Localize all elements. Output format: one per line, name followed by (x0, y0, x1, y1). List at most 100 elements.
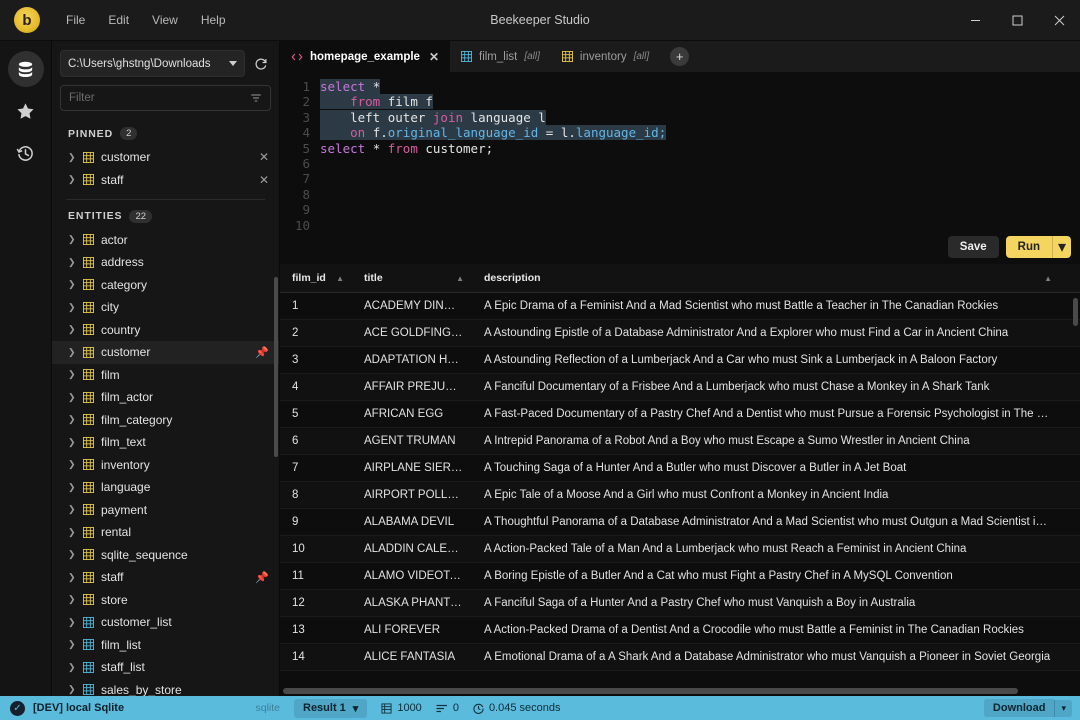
cell-title[interactable]: ALASKA PHANTOM (352, 590, 472, 617)
table-row[interactable]: 9ALABAMA DEVILA Thoughtful Panorama of a… (280, 509, 1080, 536)
menu-item-file[interactable]: File (56, 9, 95, 31)
chevron-right-icon[interactable]: ❯ (68, 460, 76, 469)
cell-title[interactable]: AFFAIR PREJUDICE (352, 374, 472, 401)
maximize-button[interactable] (996, 0, 1038, 40)
cell-description[interactable]: A Intrepid Panorama of a Robot And a Boy… (472, 428, 1060, 455)
sidebar-item-film[interactable]: ❯film (52, 364, 279, 387)
chevron-right-icon[interactable]: ❯ (68, 438, 76, 447)
chevron-right-icon[interactable]: ❯ (68, 153, 76, 162)
sidebar-item-film_actor[interactable]: ❯film_actor (52, 386, 279, 409)
sidebar-item-language[interactable]: ❯language (52, 476, 279, 499)
table-row[interactable]: 10ALADDIN CALENDARA Action-Packed Tale o… (280, 536, 1080, 563)
sidebar-item-rental[interactable]: ❯rental (52, 521, 279, 544)
cell-film_id[interactable]: 9 (280, 509, 352, 536)
chevron-right-icon[interactable]: ❯ (68, 325, 76, 334)
column-header-overflow[interactable] (1060, 264, 1080, 293)
menu-item-view[interactable]: View (142, 9, 188, 31)
sidebar-item-film_text[interactable]: ❯film_text (52, 431, 279, 454)
menu-item-help[interactable]: Help (191, 9, 236, 31)
sidebar-item-staff_list[interactable]: ❯staff_list (52, 656, 279, 679)
cell-film_id[interactable]: 12 (280, 590, 352, 617)
run-button[interactable]: Run (1006, 236, 1052, 258)
sidebar-item-actor[interactable]: ❯actor (52, 229, 279, 252)
run-options-chevron-down-icon[interactable]: ▾ (1052, 236, 1071, 258)
cell-film_id[interactable]: 2 (280, 320, 352, 347)
table-row[interactable]: 14ALICE FANTASIAA Emotional Drama of a A… (280, 644, 1080, 671)
cell-film_id[interactable]: 7 (280, 455, 352, 482)
cell-title[interactable]: ALABAMA DEVIL (352, 509, 472, 536)
cell-description[interactable]: A Fanciful Saga of a Hunter And a Pastry… (472, 590, 1060, 617)
table-row[interactable]: 5AFRICAN EGGA Fast-Paced Documentary of … (280, 401, 1080, 428)
results-vertical-scrollbar[interactable] (1073, 298, 1078, 326)
cell-description[interactable]: A Astounding Reflection of a Lumberjack … (472, 347, 1060, 374)
cell-description[interactable]: A Touching Saga of a Hunter And a Butler… (472, 455, 1060, 482)
connection-selector[interactable]: C:\Users\ghstng\Downloads (60, 50, 245, 77)
cell-description[interactable]: A Boring Epistle of a Butler And a Cat w… (472, 563, 1060, 590)
column-header-film_id[interactable]: film_id▲ (280, 264, 352, 293)
cell-title[interactable]: ACE GOLDFINGER (352, 320, 472, 347)
chevron-right-icon[interactable]: ❯ (68, 393, 76, 402)
sort-ascending-icon[interactable]: ▲ (336, 274, 344, 283)
cell-description[interactable]: A Thoughtful Panorama of a Database Admi… (472, 509, 1060, 536)
close-button[interactable] (1038, 0, 1080, 40)
chevron-right-icon[interactable]: ❯ (68, 280, 76, 289)
tab-film_list[interactable]: film_list[all] (450, 41, 551, 72)
sidebar-item-category[interactable]: ❯category (52, 274, 279, 297)
cell-description[interactable]: A Astounding Epistle of a Database Admin… (472, 320, 1060, 347)
sort-ascending-icon[interactable]: ▲ (1044, 274, 1052, 283)
cell-film_id[interactable]: 13 (280, 617, 352, 644)
cell-title[interactable]: ALADDIN CALENDAR (352, 536, 472, 563)
cell-description[interactable]: A Epic Drama of a Feminist And a Mad Sci… (472, 293, 1060, 320)
chevron-right-icon[interactable]: ❯ (68, 550, 76, 559)
chevron-right-icon[interactable]: ❯ (68, 415, 76, 424)
table-row[interactable]: 8AIRPORT POLLOCKA Epic Tale of a Moose A… (280, 482, 1080, 509)
pin-icon[interactable]: 📌 (255, 346, 269, 359)
table-row[interactable]: 13ALI FOREVERA Action-Packed Drama of a … (280, 617, 1080, 644)
pinned-item-staff[interactable]: ❯staff✕ (52, 169, 279, 191)
cell-description[interactable]: A Fanciful Documentary of a Frisbee And … (472, 374, 1060, 401)
sidebar-item-inventory[interactable]: ❯inventory (52, 454, 279, 477)
cell-description[interactable]: A Action-Packed Drama of a Dentist And a… (472, 617, 1060, 644)
save-button[interactable]: Save (948, 236, 999, 258)
chevron-right-icon[interactable]: ❯ (68, 258, 76, 267)
chevron-right-icon[interactable]: ❯ (68, 175, 76, 184)
sidebar-item-film_list[interactable]: ❯film_list (52, 634, 279, 657)
chevron-right-icon[interactable]: ❯ (68, 685, 76, 694)
table-row[interactable]: 4AFFAIR PREJUDICEA Fanciful Documentary … (280, 374, 1080, 401)
table-row[interactable]: 7AIRPLANE SIERRAA Touching Saga of a Hun… (280, 455, 1080, 482)
results-body[interactable]: film_id▲title▲description▲ 1ACADEMY DINO… (280, 264, 1080, 696)
chevron-right-icon[interactable]: ❯ (68, 528, 76, 537)
unpin-close-icon[interactable]: ✕ (259, 174, 269, 186)
cell-film_id[interactable]: 3 (280, 347, 352, 374)
pinned-item-customer[interactable]: ❯customer✕ (52, 146, 279, 169)
filter-funnel-icon[interactable] (250, 92, 262, 104)
sidebar-item-store[interactable]: ❯store (52, 589, 279, 612)
tab-close-icon[interactable]: ✕ (429, 50, 439, 64)
chevron-right-icon[interactable]: ❯ (68, 505, 76, 514)
sidebar-scrollbar[interactable] (274, 277, 278, 457)
history-icon[interactable] (8, 135, 44, 171)
cell-title[interactable]: ADAPTATION HOLES (352, 347, 472, 374)
chevron-right-icon[interactable]: ❯ (68, 303, 76, 312)
cell-description[interactable]: A Action-Packed Tale of a Man And a Lumb… (472, 536, 1060, 563)
table-row[interactable]: 1ACADEMY DINOSAURA Epic Drama of a Femin… (280, 293, 1080, 320)
pin-icon[interactable]: 📌 (255, 571, 269, 584)
cell-title[interactable]: ALAMO VIDEOTAPE (352, 563, 472, 590)
chevron-right-icon[interactable]: ❯ (68, 640, 76, 649)
cell-film_id[interactable]: 1 (280, 293, 352, 320)
cell-film_id[interactable]: 14 (280, 644, 352, 671)
filter-input[interactable] (69, 92, 250, 104)
cell-title[interactable]: ALICE FANTASIA (352, 644, 472, 671)
tab-inventory[interactable]: inventory[all] (551, 41, 660, 72)
column-header-description[interactable]: description▲ (472, 264, 1060, 293)
cell-title[interactable]: AFRICAN EGG (352, 401, 472, 428)
cell-title[interactable]: AIRPLANE SIERRA (352, 455, 472, 482)
cell-title[interactable]: ACADEMY DINOSAUR (352, 293, 472, 320)
table-row[interactable]: 2ACE GOLDFINGERA Astounding Epistle of a… (280, 320, 1080, 347)
sidebar-item-address[interactable]: ❯address (52, 251, 279, 274)
sidebar-item-sqlite_sequence[interactable]: ❯sqlite_sequence (52, 544, 279, 567)
table-row[interactable]: 12ALASKA PHANTOMA Fanciful Saga of a Hun… (280, 590, 1080, 617)
cell-description[interactable]: A Emotional Drama of a A Shark And a Dat… (472, 644, 1060, 671)
chevron-right-icon[interactable]: ❯ (68, 348, 76, 357)
minimize-button[interactable] (954, 0, 996, 40)
